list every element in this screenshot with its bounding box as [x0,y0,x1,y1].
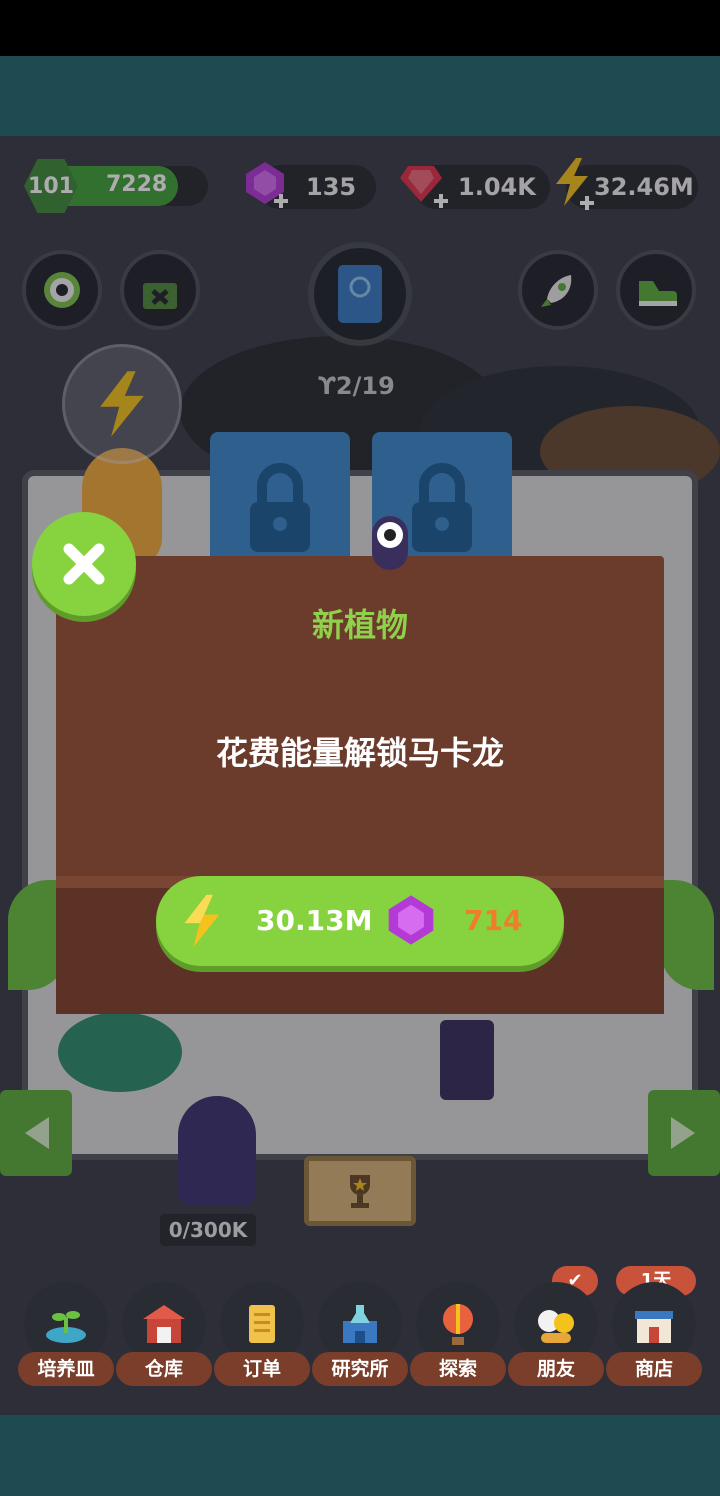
top-decor-band [0,56,720,136]
nav-label: 朋友 [508,1352,604,1386]
energy-icon [184,894,220,948]
nav-item-orders[interactable]: 订单 [214,1282,310,1392]
dialog-title: 新植物 [311,606,408,644]
seedling-icon [46,1311,86,1343]
nav-item-petri[interactable]: 培养皿 [18,1282,114,1392]
close-dialog-button[interactable] [32,512,136,616]
nav-item-explore[interactable]: 探索 [410,1282,506,1392]
peeking-creature [372,516,408,570]
unlock-energy-cost: 30.13M [256,904,373,937]
nav-item-warehouse[interactable]: 仓库 [116,1282,212,1392]
barn-icon [143,1305,185,1343]
nav-item-shop[interactable]: 商店 [606,1282,702,1392]
shop-icon [635,1311,673,1343]
bottom-nav: 培养皿 仓库 订单 研究所 探索 朋友 商店 [18,1282,708,1392]
friends-icon [538,1310,574,1343]
nav-item-lab[interactable]: 研究所 [312,1282,408,1392]
bottom-decor-band [0,1415,720,1496]
balloon-icon [443,1304,473,1345]
unlock-button[interactable]: 30.13M 714 [156,876,564,966]
lab-icon [343,1305,377,1343]
gem-icon [388,895,434,945]
nav-label: 培养皿 [18,1352,114,1386]
unlock-gem-cost: 714 [464,904,523,937]
status-bar [0,0,720,56]
nav-item-friends[interactable]: 朋友 [508,1282,604,1392]
dialog-message: 花费能量解锁马卡龙 [215,734,504,772]
scroll-icon [249,1305,275,1343]
nav-label: 研究所 [312,1352,408,1386]
nav-label: 订单 [214,1352,310,1386]
close-icon [63,543,105,585]
eye-icon [377,522,403,548]
nav-label: 商店 [606,1352,702,1386]
nav-label: 探索 [410,1352,506,1386]
nav-label: 仓库 [116,1352,212,1386]
